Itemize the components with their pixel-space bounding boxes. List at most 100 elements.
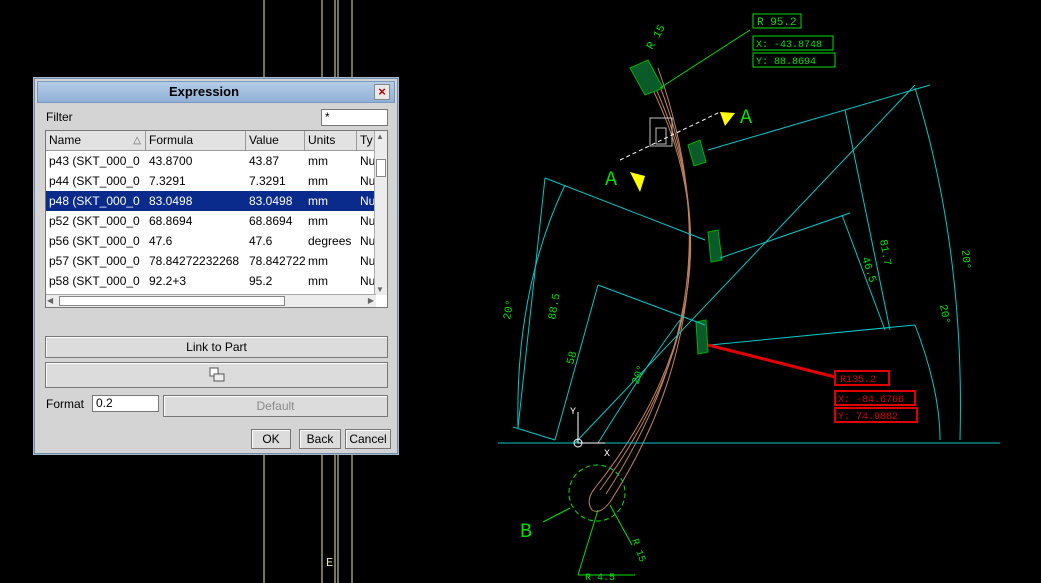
cell-formula: 47.6 xyxy=(149,234,173,248)
r135-label: R135.2 xyxy=(840,375,876,386)
cell-value: 83.0498 xyxy=(249,194,293,208)
col-formula[interactable]: Formula xyxy=(146,131,246,150)
dim-20-left: 20° xyxy=(502,299,517,321)
r15-bottom-label: R 15 xyxy=(628,538,647,564)
cell-value: 78.842722 xyxy=(249,254,305,268)
section-arrow-bottom xyxy=(630,172,645,192)
cell-name: p44 (SKT_000_0 xyxy=(49,174,140,188)
filter-input[interactable]: * xyxy=(321,109,388,126)
cell-name: p43 (SKT_000_0 xyxy=(49,154,140,168)
axis-y-label: Y xyxy=(570,407,576,418)
dim-20-right-inner: 20° xyxy=(936,304,951,326)
table-row[interactable]: p57 (SKT_000_0 78.84272232268 78.842722 mm N… xyxy=(46,251,376,271)
link-to-part-button[interactable]: Link to Part xyxy=(45,336,388,358)
spring-profile xyxy=(588,64,692,512)
expression-dialog: Expression × Filter * Name △ Formula Val… xyxy=(33,77,399,455)
cell-value: 7.3291 xyxy=(249,174,286,188)
horizontal-scrollbar[interactable]: ◀ ▶ xyxy=(46,294,376,307)
cell-units: mm xyxy=(308,274,328,288)
section-arrows xyxy=(619,111,721,161)
r95-label: R 95.2 xyxy=(757,17,797,29)
format-input[interactable]: 0.2 xyxy=(92,395,159,412)
cell-units: mm xyxy=(308,174,328,188)
origin-axes xyxy=(573,412,605,448)
filter-label: Filter xyxy=(46,110,73,124)
horizontal-scroll-thumb[interactable] xyxy=(59,296,285,306)
r45-label: R 4.5 xyxy=(585,573,615,583)
cell-formula: 83.0498 xyxy=(149,194,193,208)
axis-x-label: X xyxy=(604,449,610,460)
expression-list-icon xyxy=(209,367,225,383)
cancel-button[interactable]: Cancel xyxy=(345,429,391,449)
table-row[interactable]: p52 (SKT_000_0 68.8694 68.8694 mm Nu xyxy=(46,211,376,231)
x-green-label: X: -43.8748 xyxy=(756,40,822,51)
cell-name: p56 (SKT_000_0 xyxy=(49,234,140,248)
scroll-down-icon[interactable]: ▼ xyxy=(376,285,384,294)
cell-name: p48 (SKT_000_0 xyxy=(49,194,140,208)
cell-value: 43.87 xyxy=(249,154,280,168)
cell-formula: 68.8694 xyxy=(149,214,193,228)
section-a-bottom: A xyxy=(605,169,617,192)
x-red-label: X: -84.6766 xyxy=(838,395,904,406)
r15-top-label: R 15 xyxy=(645,23,669,52)
section-arrow-top xyxy=(720,112,735,126)
default-button[interactable]: Default xyxy=(163,395,388,417)
col-name-label: Name xyxy=(49,133,82,147)
expression-table: Name △ Formula Value Units Ty p43 (SKT_0… xyxy=(45,130,388,308)
expression-list-button[interactable] xyxy=(45,362,388,388)
dim-20-mid: 20° xyxy=(630,364,648,387)
table-header: Name △ Formula Value Units Ty xyxy=(46,131,376,151)
table-row[interactable]: p56 (SKT_000_0 47.6 47.6 degrees Nu xyxy=(46,231,376,251)
sort-arrow-icon: △ xyxy=(133,135,141,146)
table-rows: p43 (SKT_000_0 43.8700 43.87 mm Nu p44 (SKT_0… xyxy=(46,151,376,307)
y-green-label: Y: 88.8694 xyxy=(756,57,816,68)
scroll-right-icon[interactable]: ▶ xyxy=(368,295,374,306)
col-units[interactable]: Units xyxy=(305,131,357,150)
table-row[interactable]: p43 (SKT_000_0 43.8700 43.87 mm Nu xyxy=(46,151,376,171)
hatch-blocks xyxy=(629,59,723,355)
dialog-titlebar[interactable]: Expression × xyxy=(37,81,395,103)
vertical-scrollbar[interactable]: ▲ ▼ xyxy=(374,131,387,295)
cell-formula: 7.3291 xyxy=(149,174,186,188)
cell-formula: 78.84272232268 xyxy=(149,254,240,268)
marker-e: E xyxy=(326,556,333,570)
y-red-label: Y: 74.9882 xyxy=(838,412,898,423)
col-value[interactable]: Value xyxy=(246,131,305,150)
highlight-leader xyxy=(707,343,836,379)
cell-formula: 92.2+3 xyxy=(149,274,187,288)
cell-name: p58 (SKT_000_0 xyxy=(49,274,140,288)
cell-value: 47.6 xyxy=(249,234,273,248)
col-name[interactable]: Name △ xyxy=(46,131,146,150)
cell-value: 95.2 xyxy=(249,274,273,288)
section-b: B xyxy=(520,521,532,544)
dim-88-5: 88.5 xyxy=(547,293,563,321)
cell-name: p57 (SKT_000_0 xyxy=(49,254,140,268)
table-row[interactable]: p44 (SKT_000_0 7.3291 7.3291 mm Nu xyxy=(46,171,376,191)
dim-46-5: 46.5 xyxy=(858,256,878,285)
dialog-title: Expression xyxy=(168,84,240,99)
cell-formula: 43.8700 xyxy=(149,154,193,168)
vertical-scroll-thumb[interactable] xyxy=(376,159,386,177)
dimension-lines xyxy=(512,84,980,444)
back-button[interactable]: Back xyxy=(299,429,341,449)
cell-units: mm xyxy=(308,254,328,268)
scroll-up-icon[interactable]: ▲ xyxy=(376,132,384,141)
dim-58: 58 xyxy=(565,350,580,366)
cell-name: p52 (SKT_000_0 xyxy=(49,214,140,228)
cell-units: mm xyxy=(308,214,328,228)
format-label: Format xyxy=(46,397,85,411)
table-row[interactable]: p58 (SKT_000_0 92.2+3 95.2 mm Nu xyxy=(46,271,376,291)
scroll-left-icon[interactable]: ◀ xyxy=(47,295,53,306)
dim-81-7: 81.7 xyxy=(876,239,892,267)
detail-leaders xyxy=(542,29,751,576)
cell-units: mm xyxy=(308,194,328,208)
ok-button[interactable]: OK xyxy=(251,429,291,449)
table-row[interactable]: p48 (SKT_000_0 83.0498 83.0498 mm Nu xyxy=(46,191,376,211)
section-tab xyxy=(649,117,673,147)
cell-value: 68.8694 xyxy=(249,214,293,228)
dim-20-right: 20° xyxy=(958,249,972,270)
cell-units: mm xyxy=(308,154,328,168)
close-icon[interactable]: × xyxy=(374,84,390,100)
section-a-top: A xyxy=(740,107,752,130)
cell-units: degrees xyxy=(308,234,352,248)
